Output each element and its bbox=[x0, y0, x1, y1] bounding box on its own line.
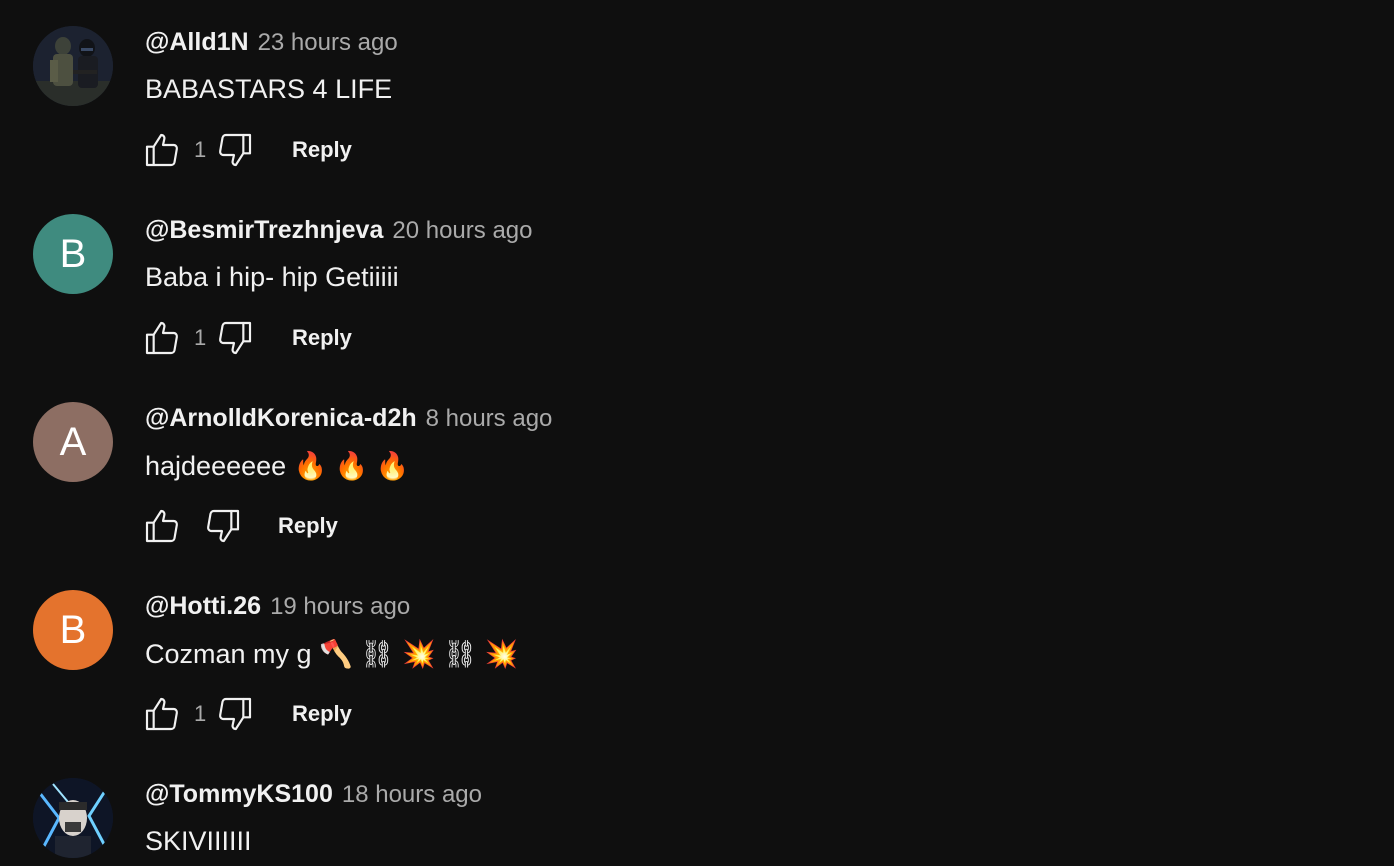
comment-item: @Alld1N 23 hours ago BABASTARS 4 LIFE 1 … bbox=[0, 0, 1394, 180]
comment-item: B @BesmirTrezhnjeva 20 hours ago Baba i … bbox=[0, 188, 1394, 368]
author-name[interactable]: @Hotti.26 bbox=[145, 592, 261, 621]
thumbs-down-icon bbox=[219, 321, 252, 355]
avatar-letter: A bbox=[59, 419, 87, 464]
comment-header: @BesmirTrezhnjeva 20 hours ago bbox=[145, 216, 532, 248]
comment-actions: 1 Reply bbox=[140, 314, 352, 362]
like-button[interactable] bbox=[140, 128, 184, 172]
comment-timestamp[interactable]: 23 hours ago bbox=[258, 29, 398, 57]
comment-header: @Alld1N 23 hours ago bbox=[145, 28, 398, 60]
avatar[interactable] bbox=[33, 26, 113, 106]
soldiers-photo-avatar-icon bbox=[33, 26, 113, 106]
like-button[interactable] bbox=[140, 316, 184, 360]
avatar[interactable]: B bbox=[33, 590, 113, 670]
avatar[interactable]: B bbox=[33, 214, 113, 294]
reply-button[interactable]: Reply bbox=[292, 137, 352, 163]
thumbs-up-icon bbox=[145, 697, 178, 731]
comment-actions: 1 Reply bbox=[140, 126, 352, 174]
thumbs-down-icon bbox=[219, 133, 252, 167]
comment-timestamp[interactable]: 20 hours ago bbox=[392, 217, 532, 245]
thumbs-up-icon bbox=[145, 509, 178, 543]
like-count: 1 bbox=[194, 137, 207, 162]
author-name[interactable]: @Alld1N bbox=[145, 28, 249, 57]
like-button[interactable] bbox=[140, 692, 184, 736]
thumbs-down-icon bbox=[219, 697, 252, 731]
reply-button[interactable]: Reply bbox=[278, 513, 338, 539]
author-name[interactable]: @ArnolldKorenica-d2h bbox=[145, 404, 417, 433]
comment-actions: 1 Reply bbox=[140, 690, 352, 738]
comment-timestamp[interactable]: 8 hours ago bbox=[426, 405, 553, 433]
comment-header: @Hotti.26 19 hours ago bbox=[145, 592, 410, 624]
like-button[interactable] bbox=[140, 504, 184, 548]
thumbs-down-icon bbox=[207, 509, 240, 543]
dislike-button[interactable] bbox=[213, 692, 257, 736]
comment-header: @ArnolldKorenica-d2h 8 hours ago bbox=[145, 404, 552, 436]
like-count: 1 bbox=[194, 701, 207, 726]
like-count: 1 bbox=[194, 325, 207, 350]
comment-actions: Reply bbox=[140, 502, 338, 550]
author-name[interactable]: @TommyKS100 bbox=[145, 780, 333, 809]
avatar-letter: B bbox=[59, 231, 87, 276]
comments-list: @Alld1N 23 hours ago BABASTARS 4 LIFE 1 … bbox=[0, 0, 1394, 866]
comment-item: @TommyKS100 18 hours ago SKIVIIIIII bbox=[0, 752, 1394, 866]
reply-button[interactable]: Reply bbox=[292, 325, 352, 351]
dislike-button[interactable] bbox=[213, 316, 257, 360]
neon-portrait-avatar-icon bbox=[33, 778, 113, 858]
comment-header: @TommyKS100 18 hours ago bbox=[145, 780, 482, 812]
comment-text: Cozman my g 🪓 ⛓ 💥 ⛓ 💥 bbox=[145, 639, 519, 669]
comment-text: BABASTARS 4 LIFE bbox=[145, 74, 393, 104]
comment-item: B @Hotti.26 19 hours ago Cozman my g 🪓 ⛓… bbox=[0, 564, 1394, 744]
reply-button[interactable]: Reply bbox=[292, 701, 352, 727]
comment-text: Baba i hip- hip Getiiiii bbox=[145, 262, 399, 292]
comment-timestamp[interactable]: 18 hours ago bbox=[342, 781, 482, 809]
dislike-button[interactable] bbox=[201, 504, 245, 548]
comment-item: A @ArnolldKorenica-d2h 8 hours ago hajde… bbox=[0, 376, 1394, 556]
avatar[interactable]: A bbox=[33, 402, 113, 482]
avatar[interactable] bbox=[33, 778, 113, 858]
comment-text: hajdeeeeee 🔥 🔥 🔥 bbox=[145, 451, 410, 481]
comment-timestamp[interactable]: 19 hours ago bbox=[270, 593, 410, 621]
comment-text: SKIVIIIIII bbox=[145, 826, 252, 856]
dislike-button[interactable] bbox=[213, 128, 257, 172]
avatar-letter: B bbox=[59, 607, 87, 652]
thumbs-up-icon bbox=[145, 133, 178, 167]
author-name[interactable]: @BesmirTrezhnjeva bbox=[145, 216, 383, 245]
thumbs-up-icon bbox=[145, 321, 178, 355]
